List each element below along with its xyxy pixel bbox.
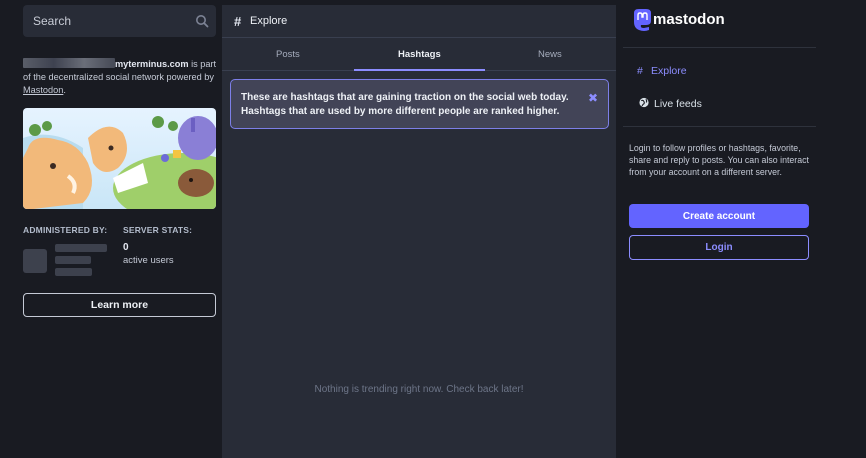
tab-hashtags[interactable]: Hashtags [398, 49, 441, 60]
search-input[interactable]: Search [23, 5, 216, 37]
signup-prompt: Login to follow profiles or hashtags, fa… [629, 143, 809, 178]
hashtags-info-banner: These are hashtags that are gaining trac… [230, 79, 609, 129]
admin-handle-placeholder [55, 256, 91, 264]
about-trail: . [63, 85, 66, 95]
login-button[interactable]: Login [629, 235, 809, 260]
administered-by-label: ADMINISTERED BY: [23, 225, 108, 235]
banner-text: These are hashtags that are gaining trac… [241, 92, 569, 117]
nav-live-label: Live feeds [654, 98, 702, 110]
explore-tabs: Posts Hashtags News [222, 38, 616, 71]
tab-posts[interactable]: Posts [276, 49, 300, 60]
mastodon-logo[interactable]: mastodon [632, 8, 742, 34]
nav-explore[interactable]: # Explore [637, 65, 687, 77]
active-tab-indicator [354, 69, 485, 71]
explore-column: # Explore Posts Hashtags News These are … [222, 5, 616, 458]
left-sidebar: Search myterminus.com is part of the dec… [0, 0, 222, 458]
nav-live-feeds[interactable]: Live feeds [637, 97, 702, 110]
right-sidebar: mastodon # Explore Live feeds Login to fo… [616, 0, 866, 458]
divider [623, 47, 816, 48]
server-about: myterminus.com is part of the decentrali… [23, 58, 218, 97]
tab-news[interactable]: News [538, 49, 562, 60]
mastodon-link[interactable]: Mastodon [23, 85, 63, 95]
redacted-subdomain [23, 58, 115, 68]
brand-wordmark: mastodon [653, 11, 725, 28]
admin-handle-placeholder-2 [55, 268, 92, 276]
learn-more-button[interactable]: Learn more [23, 293, 216, 317]
server-stats-label: SERVER STATS: [123, 225, 193, 235]
close-icon[interactable]: ✖ [588, 91, 598, 105]
server-hero-illustration [23, 108, 216, 209]
active-users-count: 0 [123, 242, 129, 253]
create-account-button[interactable]: Create account [629, 204, 809, 228]
empty-state-message: Nothing is trending right now. Check bac… [314, 384, 524, 395]
hashtag-icon: # [234, 14, 242, 29]
active-users-label: active users [123, 255, 174, 266]
hashtag-icon: # [637, 65, 643, 77]
nav-explore-label: Explore [651, 65, 687, 77]
column-header: # Explore [222, 5, 616, 38]
admin-name-placeholder [55, 244, 107, 252]
divider [623, 126, 816, 127]
globe-icon [639, 97, 649, 108]
column-title: Explore [250, 15, 288, 27]
search-icon[interactable] [195, 14, 209, 28]
admin-avatar[interactable] [23, 249, 47, 273]
search-placeholder: Search [33, 14, 72, 28]
server-domain: myterminus.com [115, 59, 189, 69]
